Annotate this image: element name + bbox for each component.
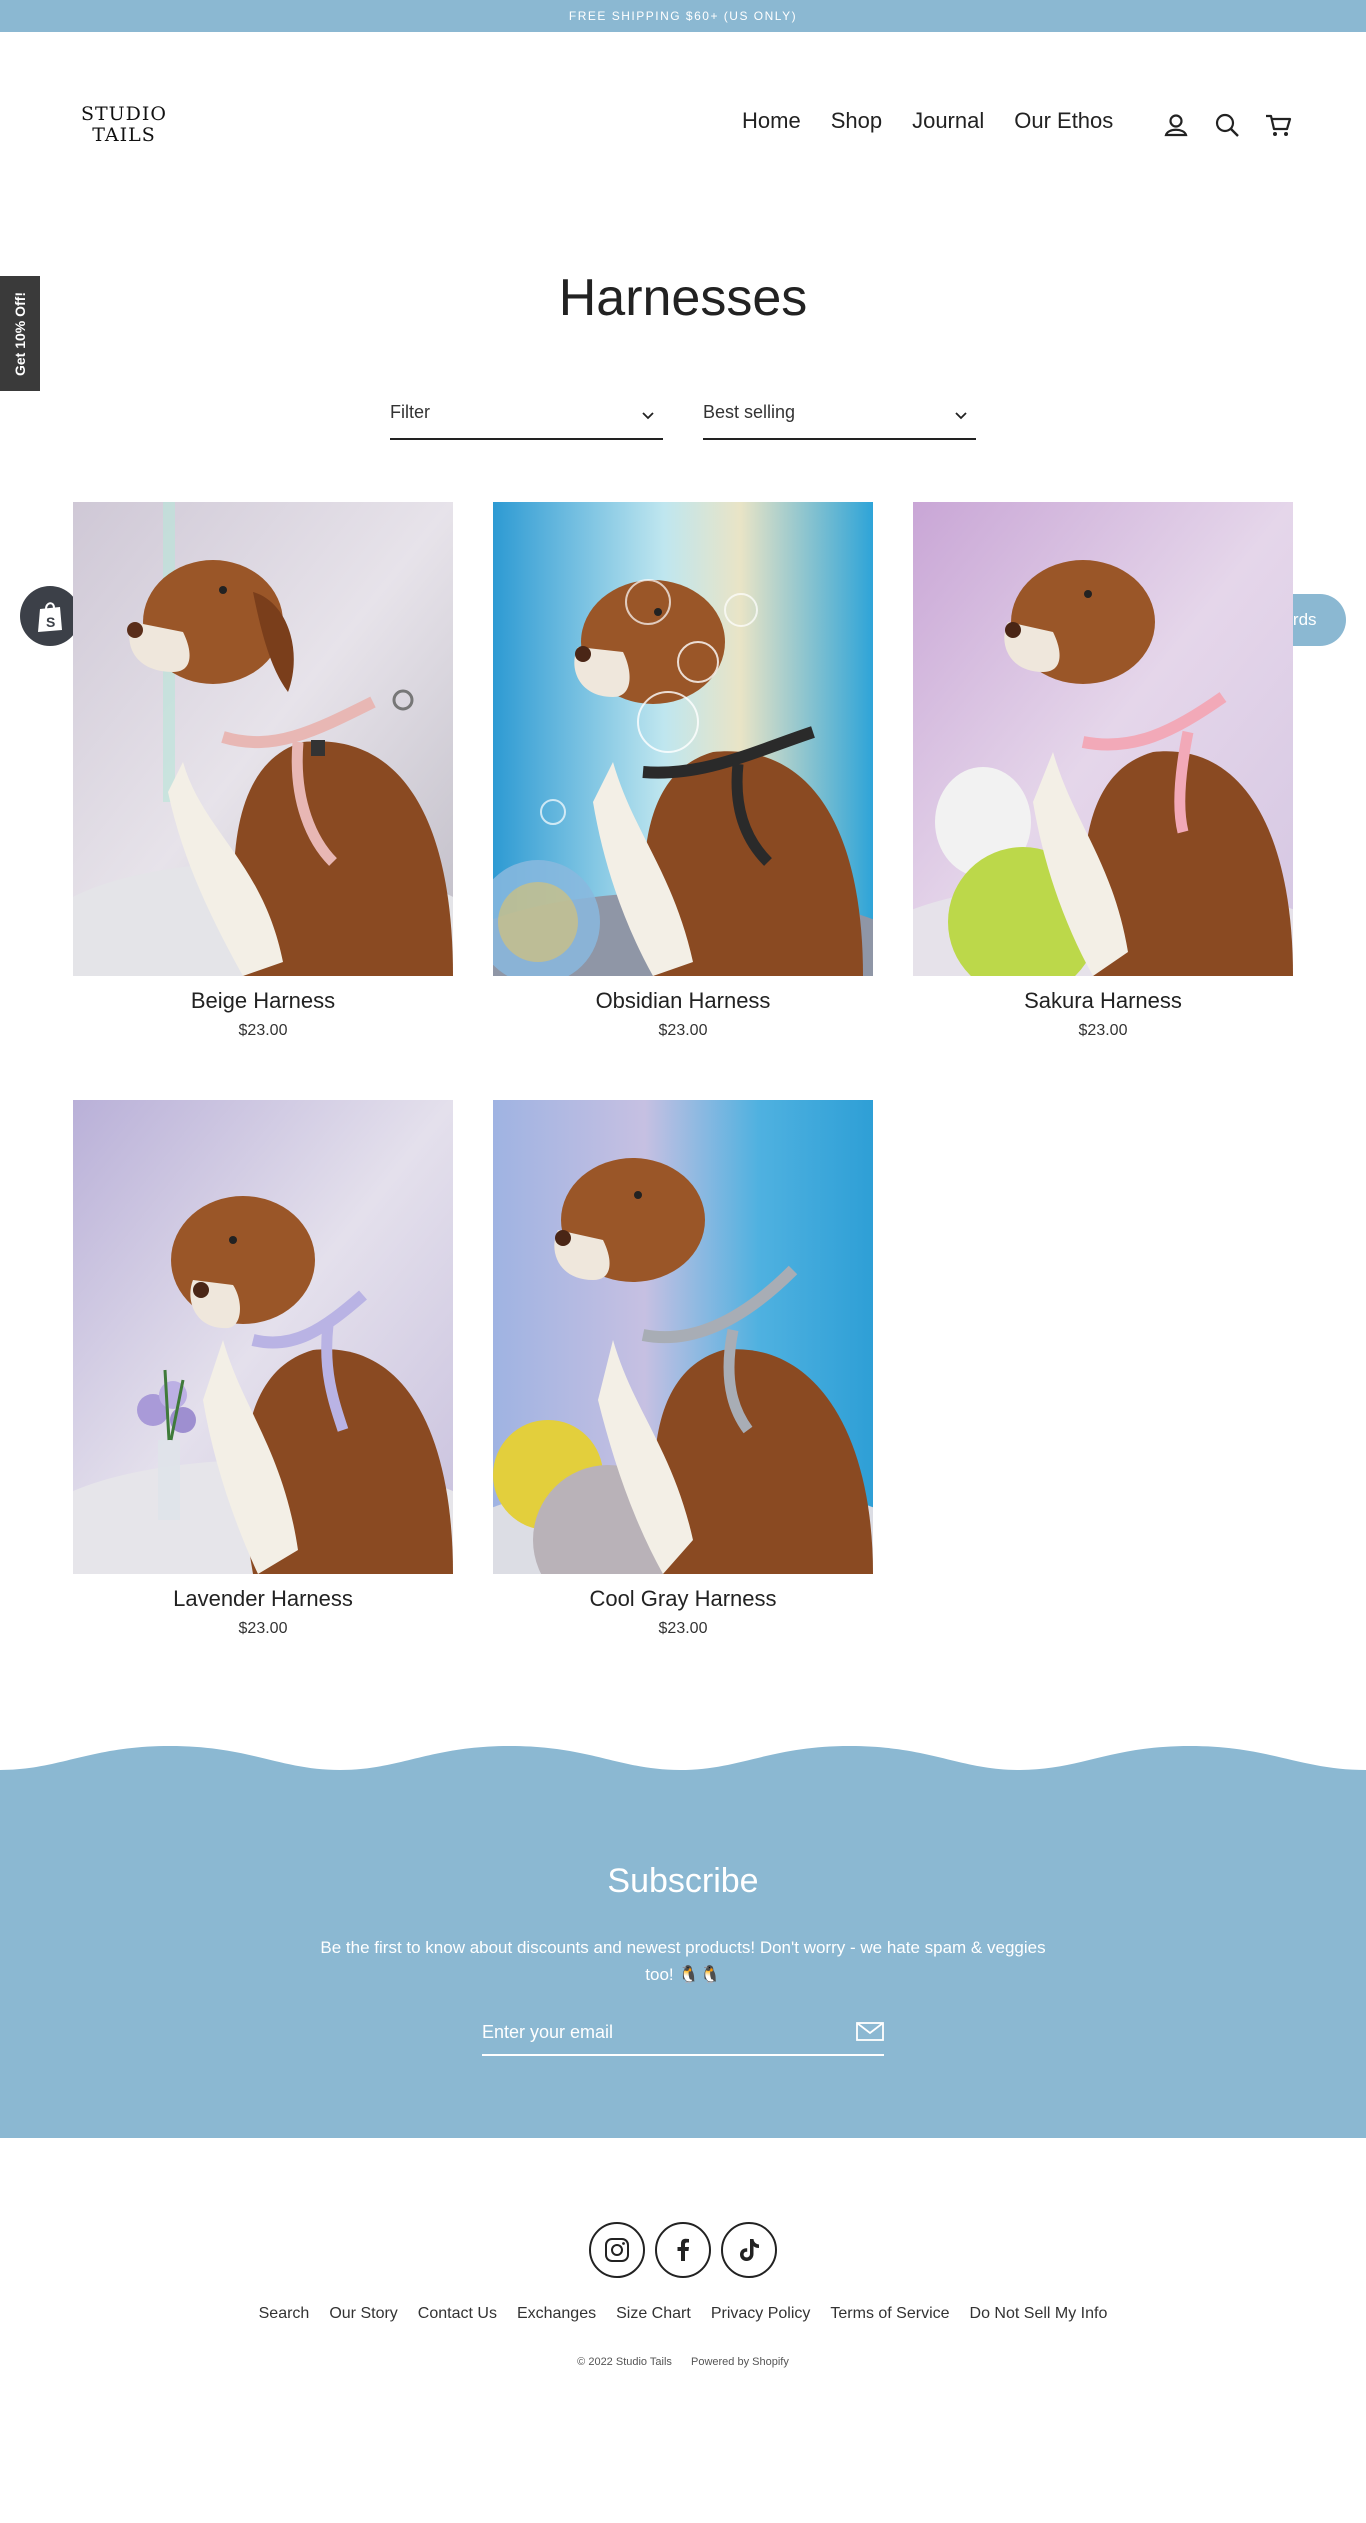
store-logo[interactable]: STUDIO TAILS xyxy=(76,104,172,146)
product-image[interactable] xyxy=(913,502,1293,976)
product-price: $23.00 xyxy=(658,1620,708,1637)
footer-link-exchanges[interactable]: Exchanges xyxy=(517,2305,596,2323)
filter-dropdown[interactable]: Filter xyxy=(390,396,663,440)
tiktok-link[interactable] xyxy=(721,2222,777,2278)
sort-dropdown[interactable]: Best selling xyxy=(703,396,976,440)
product-price: $23.00 xyxy=(1078,1022,1128,1039)
instagram-link[interactable] xyxy=(589,2222,645,2278)
chevron-down-icon xyxy=(955,412,967,420)
cart-icon[interactable] xyxy=(1264,111,1292,139)
footer-link-our-story[interactable]: Our Story xyxy=(329,2305,397,2323)
instagram-icon xyxy=(605,2238,629,2262)
powered-by-link[interactable]: Powered by Shopify xyxy=(691,2356,789,2368)
logo-line-1: STUDIO xyxy=(80,103,168,125)
facebook-link[interactable] xyxy=(655,2222,711,2278)
product-price: $23.00 xyxy=(658,1022,708,1039)
search-icon[interactable] xyxy=(1213,111,1241,139)
shopping-bag-icon: S xyxy=(38,602,62,632)
footer-link-size-chart[interactable]: Size Chart xyxy=(616,2305,691,2323)
product-name[interactable]: Cool Gray Harness xyxy=(493,1586,873,1612)
product-name[interactable]: Obsidian Harness xyxy=(493,988,873,1014)
email-field xyxy=(482,2012,884,2056)
wave-divider xyxy=(0,1740,1366,1770)
product-image[interactable] xyxy=(73,502,453,976)
product-image[interactable] xyxy=(73,1100,453,1574)
product-name[interactable]: Sakura Harness xyxy=(913,988,1293,1014)
product-card[interactable]: Beige Harness $23.00 xyxy=(73,502,453,1040)
copyright: © 2022 Studio Tails Powered by Shopify xyxy=(0,2356,1366,2368)
nav-journal[interactable]: Journal xyxy=(912,108,984,134)
nav-our-ethos[interactable]: Our Ethos xyxy=(1014,108,1113,134)
footer-link-contact-us[interactable]: Contact Us xyxy=(418,2305,497,2323)
filter-label: Filter xyxy=(390,402,430,422)
product-image[interactable] xyxy=(493,502,873,976)
nav-home[interactable]: Home xyxy=(742,108,801,134)
footer-link-terms-of-service[interactable]: Terms of Service xyxy=(830,2305,949,2323)
shop-pay-badge[interactable]: S xyxy=(20,586,80,646)
sort-label: Best selling xyxy=(703,402,796,422)
subscribe-title: Subscribe xyxy=(607,1862,759,1900)
logo-line-2: TAILS xyxy=(92,124,156,146)
product-image[interactable] xyxy=(493,1100,873,1574)
subscribe-text: Be the first to know about discounts and… xyxy=(320,1938,1046,1984)
nav-shop[interactable]: Shop xyxy=(831,108,882,134)
tiktok-icon xyxy=(740,2239,759,2261)
email-input[interactable] xyxy=(482,2012,822,2052)
product-price: $23.00 xyxy=(238,1620,288,1637)
footer-link-do-not-sell[interactable]: Do Not Sell My Info xyxy=(970,2305,1108,2323)
product-card[interactable]: Cool Gray Harness $23.00 xyxy=(493,1100,873,1638)
account-icon[interactable] xyxy=(1162,111,1190,139)
product-price: $23.00 xyxy=(238,1022,288,1039)
main-nav: Home Shop Journal Our Ethos xyxy=(742,108,1113,134)
facebook-icon xyxy=(677,2238,689,2261)
product-name[interactable]: Beige Harness xyxy=(73,988,453,1014)
page-title: Harnesses xyxy=(558,269,808,327)
footer-nav: Search Our Story Contact Us Exchanges Si… xyxy=(0,2305,1366,2323)
product-name[interactable]: Lavender Harness xyxy=(73,1586,453,1612)
footer-link-search[interactable]: Search xyxy=(259,2305,310,2323)
product-card[interactable]: Sakura Harness $23.00 xyxy=(913,502,1293,1040)
copyright-text: © 2022 Studio Tails xyxy=(577,2356,672,2368)
announcement-bar: FREE SHIPPING $60+ (US ONLY) xyxy=(0,0,1366,32)
product-card[interactable]: Obsidian Harness $23.00 xyxy=(493,502,873,1040)
chevron-down-icon xyxy=(642,412,654,420)
footer-link-privacy-policy[interactable]: Privacy Policy xyxy=(711,2305,811,2323)
product-card[interactable]: Lavender Harness $23.00 xyxy=(73,1100,453,1638)
svg-text:S: S xyxy=(46,614,55,630)
envelope-icon[interactable] xyxy=(856,2020,884,2042)
